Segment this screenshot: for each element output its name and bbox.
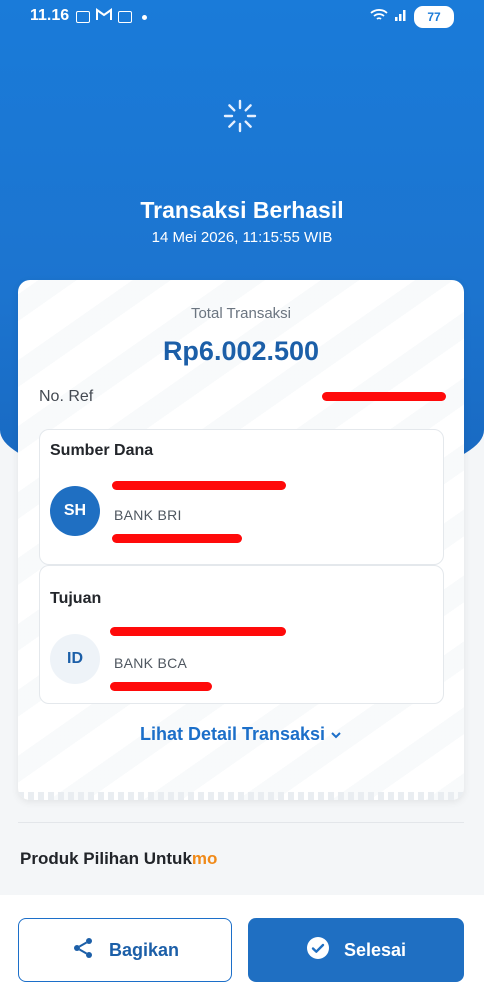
share-button-label: Bagikan <box>108 939 180 960</box>
destination-section-title: Tujuan <box>50 590 102 607</box>
share-icon <box>71 936 95 965</box>
reference-label: No. Ref <box>39 388 94 405</box>
total-label: Total Transaksi <box>190 305 292 322</box>
transaction-timestamp: 14 Mei 2026, 11:15:55 WIB <box>151 229 333 246</box>
battery-indicator: 77 <box>414 6 454 28</box>
source-bank: BANK BRI <box>114 507 182 523</box>
status-time: 11.16 <box>30 7 70 24</box>
source-section-title: Sumber Dana <box>50 442 154 459</box>
promo-title-text: Produk Pilihan Untuk <box>20 849 192 868</box>
wifi-icon <box>370 8 388 27</box>
redaction-mark <box>110 682 212 691</box>
loading-spinner-icon <box>222 98 258 134</box>
more-notifications-dot <box>142 14 147 20</box>
destination-panel: Tujuan ID BANK BCA <box>39 565 444 704</box>
status-bar: 11.16 77 <box>0 0 484 34</box>
receipt-card: Total Transaksi Rp6.002.500 No. Ref Sumb… <box>18 280 464 800</box>
destination-bank: BANK BCA <box>114 655 188 671</box>
source-panel: Sumber Dana SH BANK BRI <box>39 429 444 565</box>
redaction-mark <box>112 534 242 543</box>
view-transaction-details-link[interactable]: Lihat Detail Transaksi <box>18 724 464 745</box>
redaction-mark <box>322 392 446 401</box>
done-button[interactable]: Selesai <box>248 918 464 982</box>
redaction-mark <box>112 481 286 490</box>
check-circle-icon <box>306 936 330 965</box>
system-icons: 77 <box>370 6 454 28</box>
message-icon <box>76 11 90 23</box>
promo-section-title: Produk Pilihan Untukmo <box>20 849 217 869</box>
signal-icon <box>394 8 408 27</box>
section-divider <box>18 822 464 823</box>
promo-brand-logo: mo <box>191 849 218 868</box>
done-button-label: Selesai <box>343 939 407 960</box>
source-avatar: SH <box>50 486 100 536</box>
redaction-mark <box>110 627 286 636</box>
page-title: Transaksi Berhasil <box>140 197 344 223</box>
total-amount: Rp6.002.500 <box>162 336 320 366</box>
gmail-icon <box>96 8 112 26</box>
message-icon-2 <box>118 11 132 23</box>
detail-link-label: Lihat Detail Transaksi <box>139 724 326 744</box>
share-button[interactable]: Bagikan <box>18 918 232 982</box>
notification-icons <box>76 8 147 26</box>
receipt-tear-edge <box>18 792 464 800</box>
destination-avatar: ID <box>50 634 100 684</box>
chevron-down-icon <box>330 724 342 744</box>
